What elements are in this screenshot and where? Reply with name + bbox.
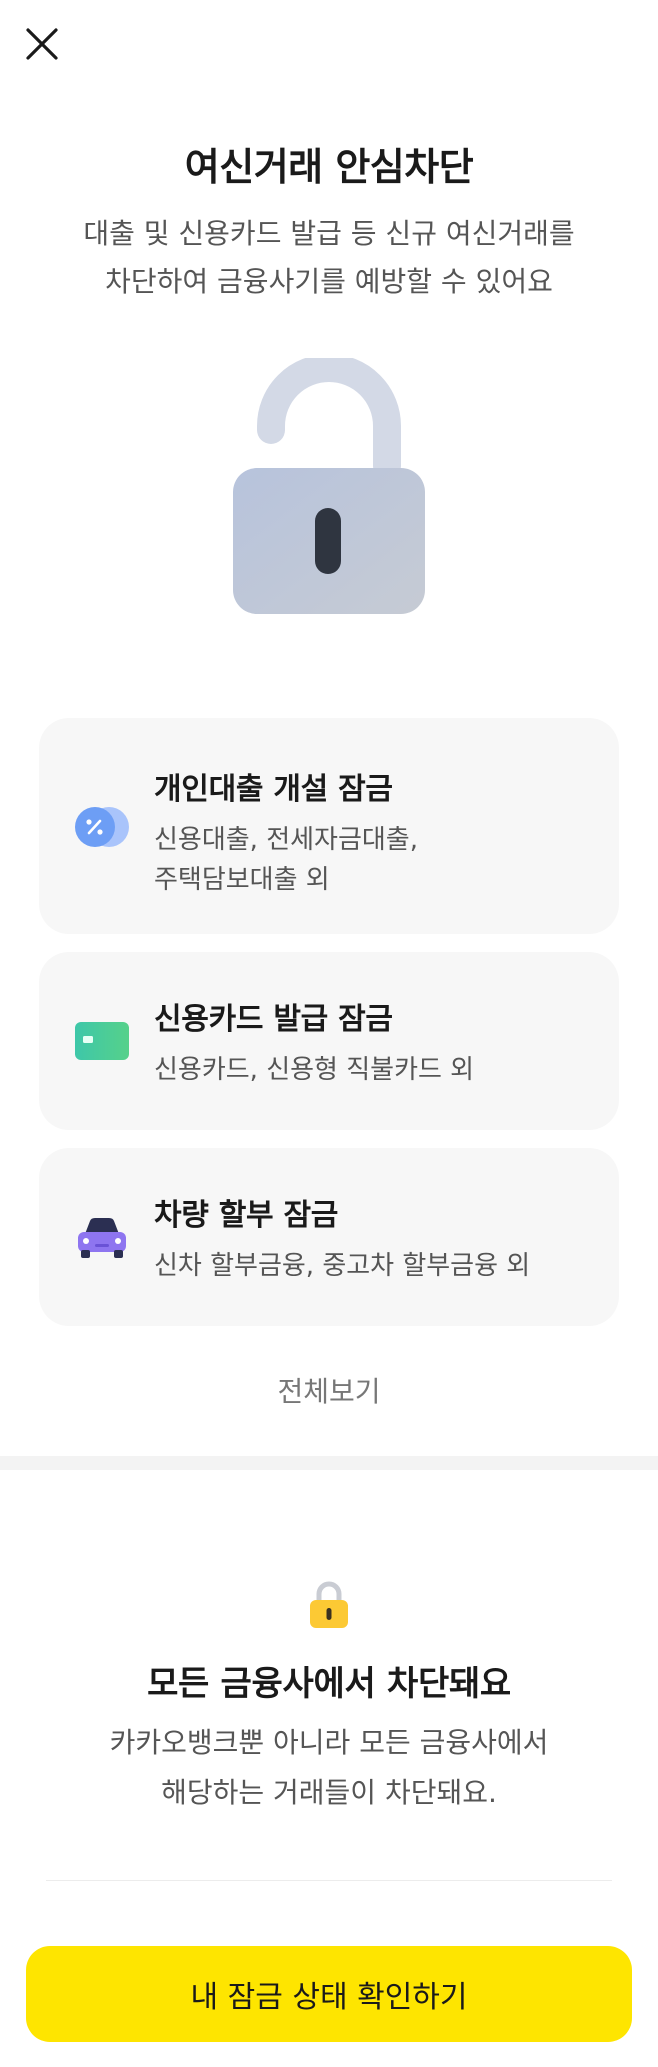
lock-item-description: 신용대출, 전세자금대출, 주택담보대출 외 bbox=[154, 825, 418, 895]
check-lock-status-button[interactable]: 내 잠금 상태 확인하기 bbox=[26, 1946, 632, 2042]
padlock-icon bbox=[310, 1581, 348, 1628]
page-title: 여신거래 안심차단 bbox=[184, 145, 474, 189]
section-title: 모든 금융사에서 차단돼요 bbox=[147, 1664, 511, 1704]
page: 여신거래 안심차단 대출 및 신용카드 발급 등 신규 여신거래를 차단하여 금… bbox=[0, 0, 658, 2067]
close-button[interactable] bbox=[22, 24, 62, 64]
section-subtitle: 카카오뱅크뿐 아니라 모든 금융사에서 해당하는 거래들이 차단돼요. bbox=[109, 1726, 549, 1809]
car-icon bbox=[78, 1218, 126, 1258]
unlocked-padlock-icon bbox=[233, 358, 425, 614]
close-icon bbox=[26, 28, 58, 60]
lock-item-title: 개인대출 개설 잠금 bbox=[154, 772, 393, 807]
section-divider bbox=[0, 1456, 658, 1470]
divider bbox=[46, 1880, 612, 1881]
view-all-link[interactable]: 전체보기 bbox=[0, 1370, 658, 1410]
page-subtitle: 대출 및 신용카드 발급 등 신규 여신거래를 차단하여 금융사기를 예방할 수… bbox=[83, 217, 575, 298]
credit-card-icon bbox=[75, 1022, 129, 1060]
lock-item-car-installment: 차량 할부 잠금 신차 할부금융, 중고차 할부금융 외 bbox=[39, 1148, 619, 1326]
loan-percent-icon bbox=[75, 807, 129, 847]
lock-item-description: 신용카드, 신용형 직불카드 외 bbox=[154, 1055, 475, 1085]
lock-item-title: 차량 할부 잠금 bbox=[154, 1198, 339, 1233]
lock-item-credit-card: 신용카드 발급 잠금 신용카드, 신용형 직불카드 외 bbox=[39, 952, 619, 1130]
lock-item-personal-loan: 개인대출 개설 잠금 신용대출, 전세자금대출, 주택담보대출 외 bbox=[39, 718, 619, 934]
lock-item-title: 신용카드 발급 잠금 bbox=[154, 1002, 393, 1037]
lock-item-description: 신차 할부금융, 중고차 할부금융 외 bbox=[154, 1251, 531, 1281]
